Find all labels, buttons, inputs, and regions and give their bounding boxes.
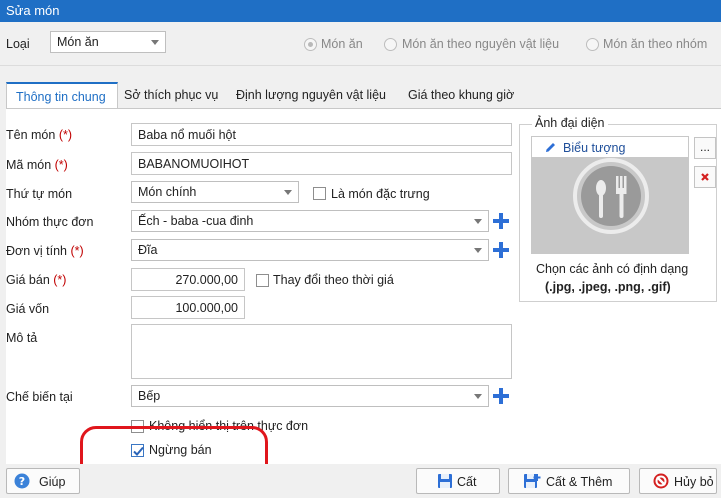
image-format-hint: Chọn các ảnh có định dạng [536,262,689,276]
radio-mon-an-label: Món ăn [321,37,363,51]
chevron-down-icon [474,219,482,224]
cost-label: Giá vốn [6,302,50,316]
kitchen-label: Chế biến tại [6,390,73,404]
save-button[interactable]: Cất [416,468,500,494]
name-input[interactable]: Baba nổ muối hột [131,123,512,146]
radio-theo-nvl[interactable] [384,38,397,51]
signature-label: Là món đặc trưng [331,187,430,201]
avatar-group-title: Ảnh đại diện [532,116,608,130]
market-price-checkbox[interactable] [256,274,269,287]
help-label: Giúp [39,475,66,489]
save-label: Cất [457,475,477,489]
save-add-button[interactable]: Cất & Thêm [508,468,630,494]
menu-group-label: Nhóm thực đơn [6,215,94,229]
unit-select[interactable]: Đĩa [131,239,489,261]
image-format-list: (.jpg, .jpeg, .png, .gif) [545,280,671,294]
radio-mon-an[interactable] [304,38,317,51]
icon-picker-label: Biểu tượng [563,141,626,155]
svg-text:?: ? [19,475,25,488]
order-select[interactable]: Món chính [131,181,299,203]
cost-input[interactable]: 100.000,00 [131,296,245,319]
save-add-label: Cất & Thêm [546,475,613,489]
tab-thong-tin-chung[interactable]: Thông tin chung [6,82,118,109]
code-input[interactable]: BABANOMUOIHOT [131,152,512,175]
type-label: Loại [6,37,30,51]
chevron-down-icon [474,394,482,399]
cancel-button[interactable]: Hủy bỏ [639,468,717,494]
help-button[interactable]: ? Giúp [6,468,80,494]
menu-group-select[interactable]: Ếch - baba -cua đinh [131,210,489,232]
remove-image-button[interactable] [694,166,716,188]
price-input[interactable]: 270.000,00 [131,268,245,291]
window-title: Sửa món [0,0,721,22]
save-add-icon [524,474,541,488]
radio-theo-nhom[interactable] [586,38,599,51]
name-label: Tên món (*) [6,128,73,142]
code-label: Mã món (*) [6,158,68,172]
fork-spoon-icon [573,158,649,234]
order-select-value: Món chính [138,185,197,199]
cancel-label: Hủy bỏ [674,475,714,489]
unit-value: Đĩa [138,243,158,257]
chevron-down-icon [151,40,159,45]
price-label: Giá bán (*) [6,273,67,287]
add-unit-icon[interactable] [492,241,510,259]
menu-group-value: Ếch - baba -cua đinh [138,214,254,228]
description-textarea[interactable] [131,324,512,379]
help-icon: ? [14,473,30,489]
unit-label: Đơn vị tính (*) [6,244,84,258]
avatar-image[interactable]: Biểu tượng [531,136,689,254]
kitchen-value: Bếp [138,389,161,403]
type-select-value: Món ăn [57,35,99,49]
pencil-icon [546,143,555,152]
description-label: Mô tả [6,331,38,345]
cancel-icon [653,473,669,489]
add-menu-group-icon[interactable] [492,212,510,230]
kitchen-select[interactable]: Bếp [131,385,489,407]
browse-image-button[interactable]: ... [694,137,716,159]
radio-theo-nvl-label: Món ăn theo nguyên vật liệu [402,37,560,51]
chevron-down-icon [284,190,292,195]
save-icon [438,474,452,488]
type-bar: Loại Món ăn Món ăn Món ăn theo nguyên vậ… [0,22,721,66]
add-kitchen-icon[interactable] [492,387,510,405]
tab-dinh-luong-nvl[interactable]: Định lượng nguyên vật liệu [232,82,390,109]
market-price-label: Thay đổi theo thời giá [273,273,394,287]
radio-theo-nhom-label: Món ăn theo nhóm [603,37,708,51]
close-icon [701,173,709,181]
type-select[interactable]: Món ăn [50,31,166,53]
tab-so-thich-phuc-vu[interactable]: Sở thích phục vụ [120,82,222,109]
order-label: Thứ tự món [6,187,73,201]
chevron-down-icon [474,248,482,253]
tab-gia-theo-khung-gio[interactable]: Giá theo khung giờ [404,82,518,109]
signature-checkbox[interactable] [313,187,326,200]
footer-bar: ? Giúp Cất Cất & Thêm Hủy bỏ [0,464,721,498]
